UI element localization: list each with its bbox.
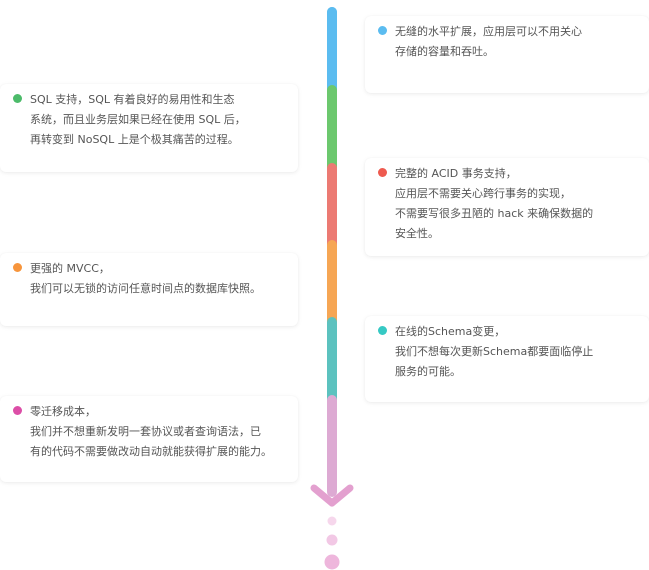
bullet-dot <box>378 26 387 35</box>
trail-dot <box>327 516 337 526</box>
feature-card-zero-migration-cost: 零迁移成本， 我们并不想重新发明一套协议或者查询语法，已 有的代码不需要做改动自… <box>0 396 298 482</box>
bullet-dot <box>13 263 22 272</box>
card-text: SQL 支持，SQL 有着良好的易用性和生态 系统，而且业务层如果已经在使用 S… <box>30 93 246 146</box>
bullet-dot <box>378 326 387 335</box>
feature-card-sql-support: SQL 支持，SQL 有着良好的易用性和生态 系统，而且业务层如果已经在使用 S… <box>0 84 298 172</box>
bullet-dot <box>13 94 22 103</box>
trail-dot <box>326 534 338 546</box>
bullet-dot <box>13 406 22 415</box>
card-text: 完整的 ACID 事务支持， 应用层不需要关心跨行事务的实现， 不需要写很多丑陋… <box>395 167 594 240</box>
feature-card-acid-transactions: 完整的 ACID 事务支持， 应用层不需要关心跨行事务的实现， 不需要写很多丑陋… <box>365 158 649 256</box>
card-text: 在线的Schema变更， 我们不想每次更新Schema都要面临停止 服务的可能。 <box>395 325 594 378</box>
feature-card-mvcc: 更强的 MVCC， 我们可以无锁的访问任意时间点的数据库快照。 <box>0 253 298 326</box>
timeline-start-dot <box>327 7 337 17</box>
card-text: 无缝的水平扩展，应用层可以不用关心 存储的容量和吞吐。 <box>395 25 582 58</box>
feature-card-online-schema-change: 在线的Schema变更， 我们不想每次更新Schema都要面临停止 服务的可能。 <box>365 316 649 402</box>
feature-card-horizontal-scaling: 无缝的水平扩展，应用层可以不用关心 存储的容量和吞吐。 <box>365 16 649 93</box>
bullet-dot <box>378 168 387 177</box>
card-text: 零迁移成本， 我们并不想重新发明一套协议或者查询语法，已 有的代码不需要做改动自… <box>30 405 272 458</box>
trail-dot <box>324 554 340 570</box>
card-text: 更强的 MVCC， 我们可以无锁的访问任意时间点的数据库快照。 <box>30 262 261 295</box>
